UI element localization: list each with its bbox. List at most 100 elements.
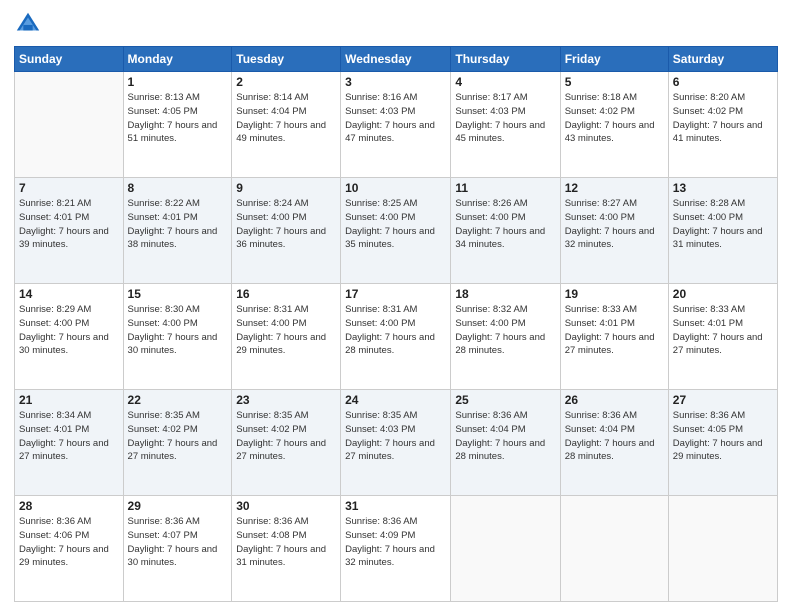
day-number: 19 (565, 287, 664, 301)
day-number: 16 (236, 287, 336, 301)
day-info: Sunrise: 8:20 AMSunset: 4:02 PMDaylight:… (673, 91, 773, 146)
calendar-cell: 14 Sunrise: 8:29 AMSunset: 4:00 PMDayligh… (15, 284, 124, 390)
calendar-cell: 30 Sunrise: 8:36 AMSunset: 4:08 PMDayligh… (232, 496, 341, 602)
day-number: 6 (673, 75, 773, 89)
calendar-cell: 1Sunrise: 8:13 AMSunset: 4:05 PMDaylight… (123, 72, 232, 178)
day-info: Sunrise: 8:30 AMSunset: 4:00 PMDaylight:… (128, 303, 228, 358)
day-number: 22 (128, 393, 228, 407)
day-info: Sunrise: 8:36 AMSunset: 4:04 PMDaylight:… (565, 409, 664, 464)
calendar-cell: 24Sunrise: 8:35 AMSunset: 4:03 PMDayligh… (341, 390, 451, 496)
calendar-cell: 21 Sunrise: 8:34 AMSunset: 4:01 PMDayligh… (15, 390, 124, 496)
calendar-cell: 31Sunrise: 8:36 AMSunset: 4:09 PMDayligh… (341, 496, 451, 602)
calendar-cell (451, 496, 560, 602)
day-number: 9 (236, 181, 336, 195)
calendar-cell: 19 Sunrise: 8:33 AMSunset: 4:01 PMDayligh… (560, 284, 668, 390)
day-info: Sunrise: 8:31 AMSunset: 4:00 PMDaylight:… (345, 303, 446, 358)
calendar-cell: 4Sunrise: 8:17 AMSunset: 4:03 PMDaylight… (451, 72, 560, 178)
calendar-cell: 5 Sunrise: 8:18 AMSunset: 4:02 PMDaylight… (560, 72, 668, 178)
calendar: SundayMondayTuesdayWednesdayThursdayFrid… (14, 46, 778, 602)
day-info: Sunrise: 8:36 AMSunset: 4:05 PMDaylight:… (673, 409, 773, 464)
day-number: 8 (128, 181, 228, 195)
day-of-week-header: Monday (123, 47, 232, 72)
calendar-week-row: 7 Sunrise: 8:21 AMSunset: 4:01 PMDaylight… (15, 178, 778, 284)
header (14, 10, 778, 38)
day-number: 15 (128, 287, 228, 301)
calendar-cell: 8 Sunrise: 8:22 AMSunset: 4:01 PMDaylight… (123, 178, 232, 284)
calendar-cell: 3 Sunrise: 8:16 AMSunset: 4:03 PMDaylight… (341, 72, 451, 178)
day-info: Sunrise: 8:27 AMSunset: 4:00 PMDaylight:… (565, 197, 664, 252)
day-info: Sunrise: 8:33 AMSunset: 4:01 PMDaylight:… (565, 303, 664, 358)
day-info: Sunrise: 8:31 AMSunset: 4:00 PMDaylight:… (236, 303, 336, 358)
day-number: 3 (345, 75, 446, 89)
day-number: 10 (345, 181, 446, 195)
calendar-cell: 16 Sunrise: 8:31 AMSunset: 4:00 PMDayligh… (232, 284, 341, 390)
calendar-cell: 9 Sunrise: 8:24 AMSunset: 4:00 PMDaylight… (232, 178, 341, 284)
day-number: 26 (565, 393, 664, 407)
day-number: 29 (128, 499, 228, 513)
day-number: 4 (455, 75, 555, 89)
calendar-cell: 7 Sunrise: 8:21 AMSunset: 4:01 PMDaylight… (15, 178, 124, 284)
day-info: Sunrise: 8:21 AMSunset: 4:01 PMDaylight:… (19, 197, 119, 252)
calendar-cell: 29Sunrise: 8:36 AMSunset: 4:07 PMDayligh… (123, 496, 232, 602)
calendar-cell: 22Sunrise: 8:35 AMSunset: 4:02 PMDayligh… (123, 390, 232, 496)
calendar-cell (560, 496, 668, 602)
day-number: 20 (673, 287, 773, 301)
day-number: 28 (19, 499, 119, 513)
day-number: 30 (236, 499, 336, 513)
day-info: Sunrise: 8:29 AMSunset: 4:00 PMDaylight:… (19, 303, 119, 358)
day-number: 27 (673, 393, 773, 407)
calendar-week-row: 1Sunrise: 8:13 AMSunset: 4:05 PMDaylight… (15, 72, 778, 178)
page: SundayMondayTuesdayWednesdayThursdayFrid… (0, 0, 792, 612)
calendar-week-row: 21 Sunrise: 8:34 AMSunset: 4:01 PMDayligh… (15, 390, 778, 496)
day-of-week-header: Thursday (451, 47, 560, 72)
day-of-week-header: Saturday (668, 47, 777, 72)
day-info: Sunrise: 8:36 AMSunset: 4:04 PMDaylight:… (455, 409, 555, 464)
calendar-cell: 20 Sunrise: 8:33 AMSunset: 4:01 PMDayligh… (668, 284, 777, 390)
day-of-week-header: Tuesday (232, 47, 341, 72)
day-number: 7 (19, 181, 119, 195)
day-info: Sunrise: 8:26 AMSunset: 4:00 PMDaylight:… (455, 197, 555, 252)
day-number: 17 (345, 287, 446, 301)
calendar-cell: 28 Sunrise: 8:36 AMSunset: 4:06 PMDayligh… (15, 496, 124, 602)
calendar-cell (15, 72, 124, 178)
calendar-week-row: 14 Sunrise: 8:29 AMSunset: 4:00 PMDayligh… (15, 284, 778, 390)
day-info: Sunrise: 8:24 AMSunset: 4:00 PMDaylight:… (236, 197, 336, 252)
day-info: Sunrise: 8:16 AMSunset: 4:03 PMDaylight:… (345, 91, 446, 146)
calendar-cell: 11Sunrise: 8:26 AMSunset: 4:00 PMDayligh… (451, 178, 560, 284)
day-info: Sunrise: 8:22 AMSunset: 4:01 PMDaylight:… (128, 197, 228, 252)
day-info: Sunrise: 8:36 AMSunset: 4:08 PMDaylight:… (236, 515, 336, 570)
day-info: Sunrise: 8:36 AMSunset: 4:06 PMDaylight:… (19, 515, 119, 570)
day-number: 31 (345, 499, 446, 513)
day-of-week-header: Wednesday (341, 47, 451, 72)
day-info: Sunrise: 8:35 AMSunset: 4:02 PMDaylight:… (236, 409, 336, 464)
day-info: Sunrise: 8:28 AMSunset: 4:00 PMDaylight:… (673, 197, 773, 252)
day-number: 25 (455, 393, 555, 407)
day-of-week-header: Sunday (15, 47, 124, 72)
calendar-header-row: SundayMondayTuesdayWednesdayThursdayFrid… (15, 47, 778, 72)
day-info: Sunrise: 8:25 AMSunset: 4:00 PMDaylight:… (345, 197, 446, 252)
day-number: 14 (19, 287, 119, 301)
calendar-cell: 26 Sunrise: 8:36 AMSunset: 4:04 PMDayligh… (560, 390, 668, 496)
day-info: Sunrise: 8:35 AMSunset: 4:03 PMDaylight:… (345, 409, 446, 464)
day-info: Sunrise: 8:34 AMSunset: 4:01 PMDaylight:… (19, 409, 119, 464)
day-info: Sunrise: 8:14 AMSunset: 4:04 PMDaylight:… (236, 91, 336, 146)
logo (14, 10, 46, 38)
day-number: 1 (128, 75, 228, 89)
calendar-cell: 27 Sunrise: 8:36 AMSunset: 4:05 PMDayligh… (668, 390, 777, 496)
calendar-week-row: 28 Sunrise: 8:36 AMSunset: 4:06 PMDayligh… (15, 496, 778, 602)
calendar-cell: 12Sunrise: 8:27 AMSunset: 4:00 PMDayligh… (560, 178, 668, 284)
day-info: Sunrise: 8:32 AMSunset: 4:00 PMDaylight:… (455, 303, 555, 358)
day-info: Sunrise: 8:18 AMSunset: 4:02 PMDaylight:… (565, 91, 664, 146)
calendar-cell: 15 Sunrise: 8:30 AMSunset: 4:00 PMDayligh… (123, 284, 232, 390)
calendar-cell: 23 Sunrise: 8:35 AMSunset: 4:02 PMDayligh… (232, 390, 341, 496)
calendar-cell (668, 496, 777, 602)
day-number: 23 (236, 393, 336, 407)
day-info: Sunrise: 8:33 AMSunset: 4:01 PMDaylight:… (673, 303, 773, 358)
day-number: 21 (19, 393, 119, 407)
calendar-cell: 10 Sunrise: 8:25 AMSunset: 4:00 PMDayligh… (341, 178, 451, 284)
day-number: 5 (565, 75, 664, 89)
logo-icon (14, 10, 42, 38)
calendar-cell: 25 Sunrise: 8:36 AMSunset: 4:04 PMDayligh… (451, 390, 560, 496)
calendar-cell: 13Sunrise: 8:28 AMSunset: 4:00 PMDayligh… (668, 178, 777, 284)
calendar-cell: 2Sunrise: 8:14 AMSunset: 4:04 PMDaylight… (232, 72, 341, 178)
